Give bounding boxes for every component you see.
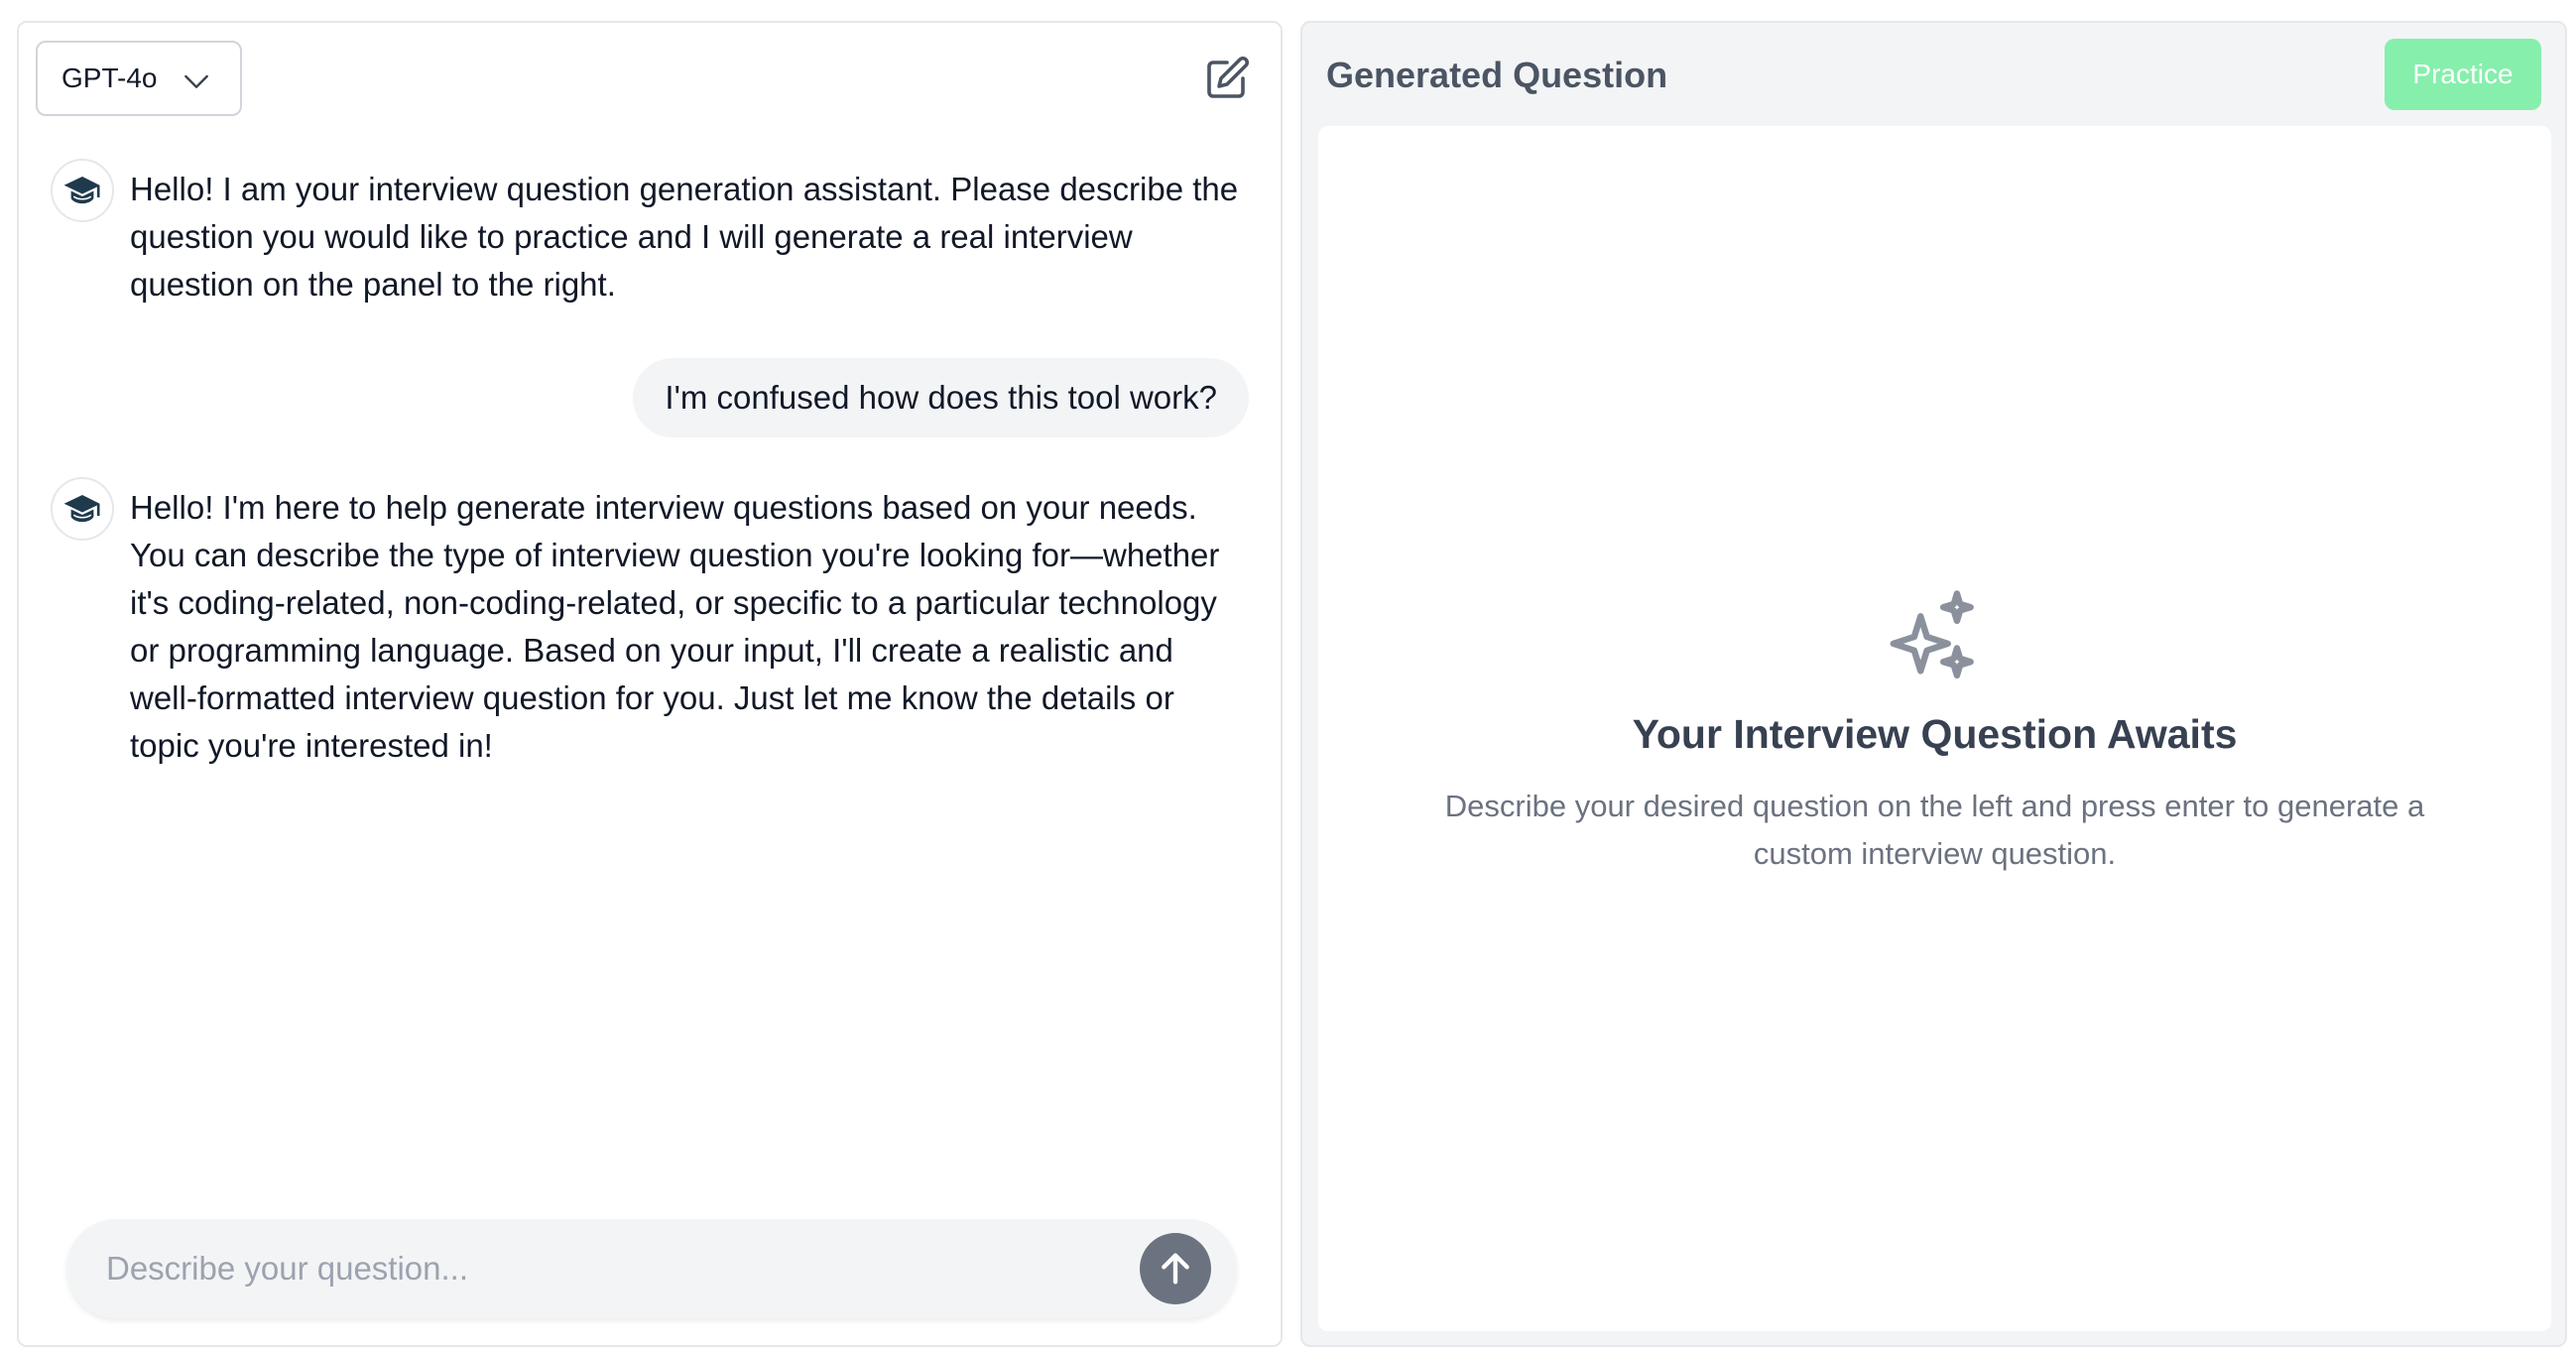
empty-state-title: Your Interview Question Awaits: [1632, 711, 2238, 757]
question-input-bar: [66, 1219, 1237, 1318]
practice-button[interactable]: Practice: [2385, 39, 2541, 110]
generated-question-card: Your Interview Question Awaits Describe …: [1318, 126, 2551, 1331]
assistant-avatar: [51, 477, 114, 541]
assistant-avatar: [51, 159, 114, 222]
chevron-down-icon: [184, 74, 208, 88]
generated-question-panel: Generated Question Practice Your Intervi…: [1300, 21, 2567, 1347]
assistant-message: Hello! I am your interview question gene…: [130, 171, 1239, 303]
edit-icon[interactable]: [1203, 55, 1251, 102]
panel-title: Generated Question: [1326, 55, 1668, 95]
sparkles-icon: [1890, 590, 1974, 679]
user-message: I'm confused how does this tool work?: [633, 358, 1249, 437]
graduation-cap-icon: [63, 177, 100, 204]
graduation-cap-icon: [63, 495, 100, 523]
model-select-label: GPT-4o: [61, 62, 158, 93]
model-select[interactable]: GPT-4o: [36, 41, 242, 116]
arrow-up-icon: [1162, 1253, 1189, 1285]
chat-panel: GPT-4o Hello! I am your interview questi…: [17, 21, 1283, 1347]
send-button[interactable]: [1140, 1233, 1211, 1304]
empty-state-description: Describe your desired question on the le…: [1444, 789, 2425, 871]
assistant-message: Hello! I'm here to help generate intervi…: [130, 489, 1220, 764]
question-input[interactable]: [106, 1219, 1118, 1318]
